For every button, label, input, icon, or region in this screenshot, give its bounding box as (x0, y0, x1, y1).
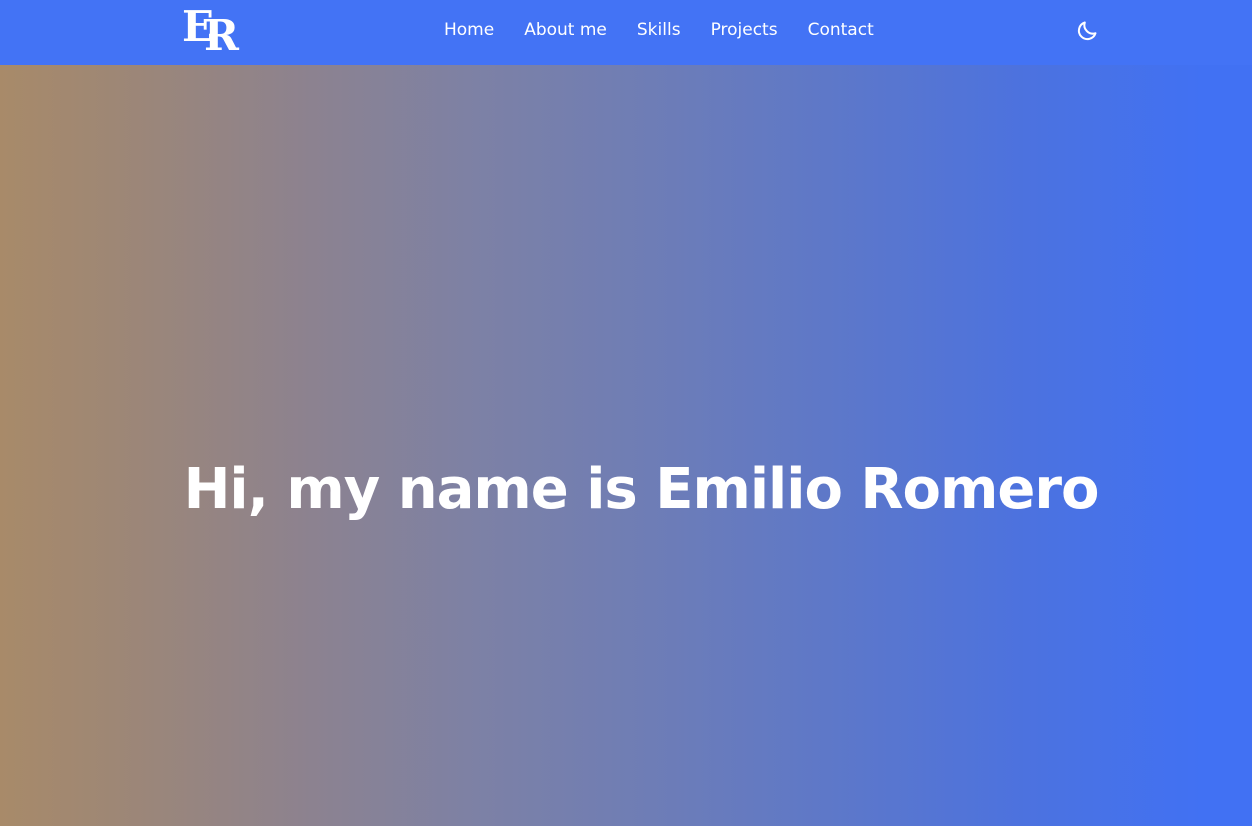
nav-link-about-me[interactable]: About me (524, 18, 607, 42)
logo-monogram: E R (182, 3, 240, 53)
nav-link-home[interactable]: Home (444, 18, 494, 42)
nav-link-contact[interactable]: Contact (808, 18, 874, 42)
svg-text:R: R (204, 11, 240, 53)
nav-link-skills[interactable]: Skills (637, 18, 681, 42)
main-nav: Home About me Skills Projects Contact (444, 18, 874, 42)
nav-link-projects[interactable]: Projects (711, 18, 778, 42)
moon-icon (1077, 21, 1097, 41)
hero-title: Hi, my name is Emilio Romero (183, 457, 1100, 522)
theme-toggle-button[interactable] (1075, 19, 1099, 43)
logo[interactable]: E R (182, 3, 242, 53)
navbar: E R Home About me Skills Projects Contac… (0, 0, 1252, 65)
